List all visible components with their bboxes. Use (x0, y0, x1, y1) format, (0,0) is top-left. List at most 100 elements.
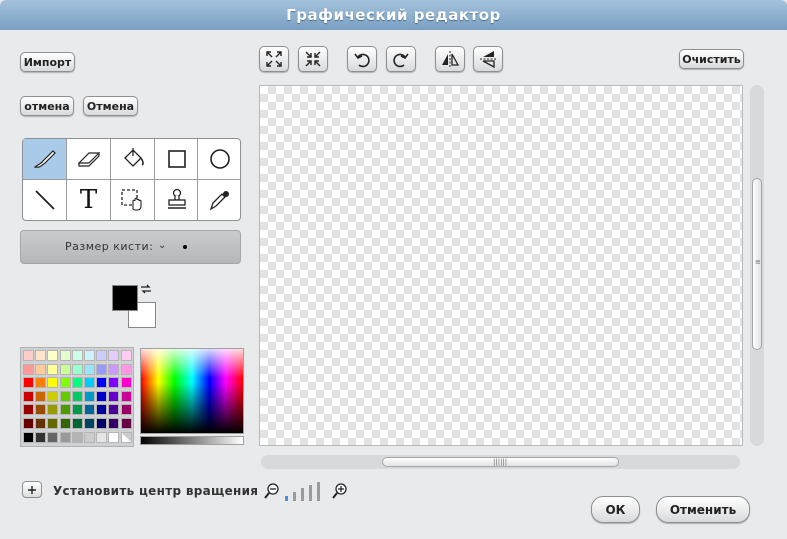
palette-swatch[interactable] (84, 390, 95, 402)
palette-swatch[interactable] (59, 431, 71, 443)
zoom-level-indicator[interactable] (285, 481, 325, 501)
palette-swatch[interactable] (23, 350, 34, 361)
swap-colors-icon[interactable] (139, 283, 153, 295)
palette-swatch[interactable] (120, 404, 132, 416)
palette-swatch[interactable] (108, 431, 120, 443)
palette-swatch[interactable] (84, 431, 95, 443)
drawing-canvas[interactable] (259, 85, 743, 446)
palette-swatch[interactable] (96, 363, 108, 375)
expand-icon-button[interactable] (259, 46, 289, 72)
palette-swatch[interactable] (84, 377, 95, 389)
tool-fill[interactable] (111, 139, 154, 179)
palette-swatch[interactable] (71, 418, 83, 429)
palette-swatch[interactable] (23, 377, 34, 389)
palette-swatch[interactable] (59, 350, 71, 361)
palette-swatch[interactable] (23, 418, 34, 429)
palette-swatch[interactable] (23, 363, 34, 375)
undo-button[interactable]: отмена (20, 96, 74, 116)
palette-swatch[interactable] (59, 390, 71, 402)
tool-ellipse[interactable] (198, 139, 241, 179)
palette-swatch[interactable] (35, 390, 47, 402)
rotation-center-button[interactable] (22, 481, 42, 498)
palette-swatch[interactable] (47, 363, 59, 375)
palette-swatch[interactable] (47, 377, 59, 389)
zoom-out-icon[interactable] (263, 482, 281, 500)
palette-swatch[interactable] (96, 350, 108, 361)
palette-swatch[interactable] (59, 377, 71, 389)
palette-swatch[interactable] (108, 350, 120, 361)
palette-swatch[interactable] (96, 418, 108, 429)
palette-swatch[interactable] (96, 390, 108, 402)
clear-button[interactable]: Очистить (679, 49, 744, 69)
rotate-right-button[interactable] (386, 46, 416, 72)
palette-swatch[interactable] (35, 431, 47, 443)
palette-swatch[interactable] (47, 418, 59, 429)
tool-eyedropper[interactable] (198, 180, 241, 220)
horizontal-scrollbar[interactable]: |||||| (261, 455, 740, 469)
vertical-scrollbar[interactable]: ≡ (750, 85, 764, 446)
palette-swatch[interactable] (47, 390, 59, 402)
palette-swatch[interactable] (120, 363, 132, 375)
palette-swatch[interactable] (120, 377, 132, 389)
grayscale-picker[interactable] (140, 436, 244, 445)
palette-swatch[interactable] (47, 431, 59, 443)
palette-swatch[interactable] (71, 390, 83, 402)
tool-text[interactable]: T (67, 180, 110, 220)
palette-swatch[interactable] (120, 350, 132, 361)
palette-swatch[interactable] (108, 390, 120, 402)
chevron-down-icon[interactable]: ⌄ (158, 240, 166, 251)
tool-eraser[interactable] (67, 139, 110, 179)
palette-swatch[interactable] (71, 377, 83, 389)
ok-button[interactable]: ОК (591, 496, 640, 523)
zoom-in-icon[interactable] (331, 482, 349, 500)
palette-swatch[interactable] (120, 418, 132, 429)
horizontal-scroll-thumb[interactable]: |||||| (382, 457, 619, 467)
palette-swatch[interactable] (23, 390, 34, 402)
palette-swatch[interactable] (23, 404, 34, 416)
palette-swatch[interactable] (108, 363, 120, 375)
palette-swatch[interactable] (71, 350, 83, 361)
import-button[interactable]: Импорт (20, 52, 75, 72)
palette-swatch[interactable] (108, 404, 120, 416)
tool-select[interactable] (111, 180, 154, 220)
palette-swatch[interactable] (108, 418, 120, 429)
palette-swatch[interactable] (59, 418, 71, 429)
palette-swatch[interactable] (84, 350, 95, 361)
rotate-left-button[interactable] (347, 46, 377, 72)
palette-swatch[interactable] (96, 377, 108, 389)
tool-brush[interactable] (23, 139, 66, 179)
palette-swatch[interactable] (35, 418, 47, 429)
palette-swatch[interactable] (96, 404, 108, 416)
palette-swatch[interactable] (35, 350, 47, 361)
vertical-scroll-thumb[interactable]: ≡ (752, 178, 762, 350)
redo-button[interactable]: Отмена (83, 96, 138, 116)
palette-swatch[interactable] (120, 390, 132, 402)
palette-swatch[interactable] (96, 431, 108, 443)
palette-swatch[interactable] (71, 363, 83, 375)
palette-swatch[interactable] (84, 404, 95, 416)
shrink-icon-button[interactable] (298, 46, 328, 72)
palette-swatch[interactable] (47, 404, 59, 416)
palette-swatch[interactable] (108, 377, 120, 389)
palette-swatch[interactable] (35, 377, 47, 389)
cancel-button[interactable]: Отменить (656, 496, 750, 523)
palette-swatch[interactable] (47, 350, 59, 361)
flip-horizontal-button[interactable] (435, 46, 465, 72)
tool-stamp[interactable] (155, 180, 198, 220)
palette-swatch[interactable] (84, 363, 95, 375)
palette-swatch[interactable] (71, 404, 83, 416)
tool-line[interactable] (23, 180, 66, 220)
palette-swatch[interactable] (59, 404, 71, 416)
color-spectrum-picker[interactable] (140, 348, 244, 434)
flip-vertical-button[interactable] (473, 46, 503, 72)
brush-size-control[interactable]: Размер кисти: ⌄ (20, 230, 241, 264)
palette-swatch[interactable] (35, 363, 47, 375)
palette-swatch[interactable] (120, 431, 132, 443)
foreground-color-swatch[interactable] (112, 285, 138, 311)
palette-swatch[interactable] (59, 363, 71, 375)
tool-rectangle[interactable] (155, 139, 198, 179)
palette-swatch[interactable] (23, 431, 34, 443)
palette-swatch[interactable] (35, 404, 47, 416)
palette-swatch[interactable] (71, 431, 83, 443)
palette-swatch[interactable] (84, 418, 95, 429)
